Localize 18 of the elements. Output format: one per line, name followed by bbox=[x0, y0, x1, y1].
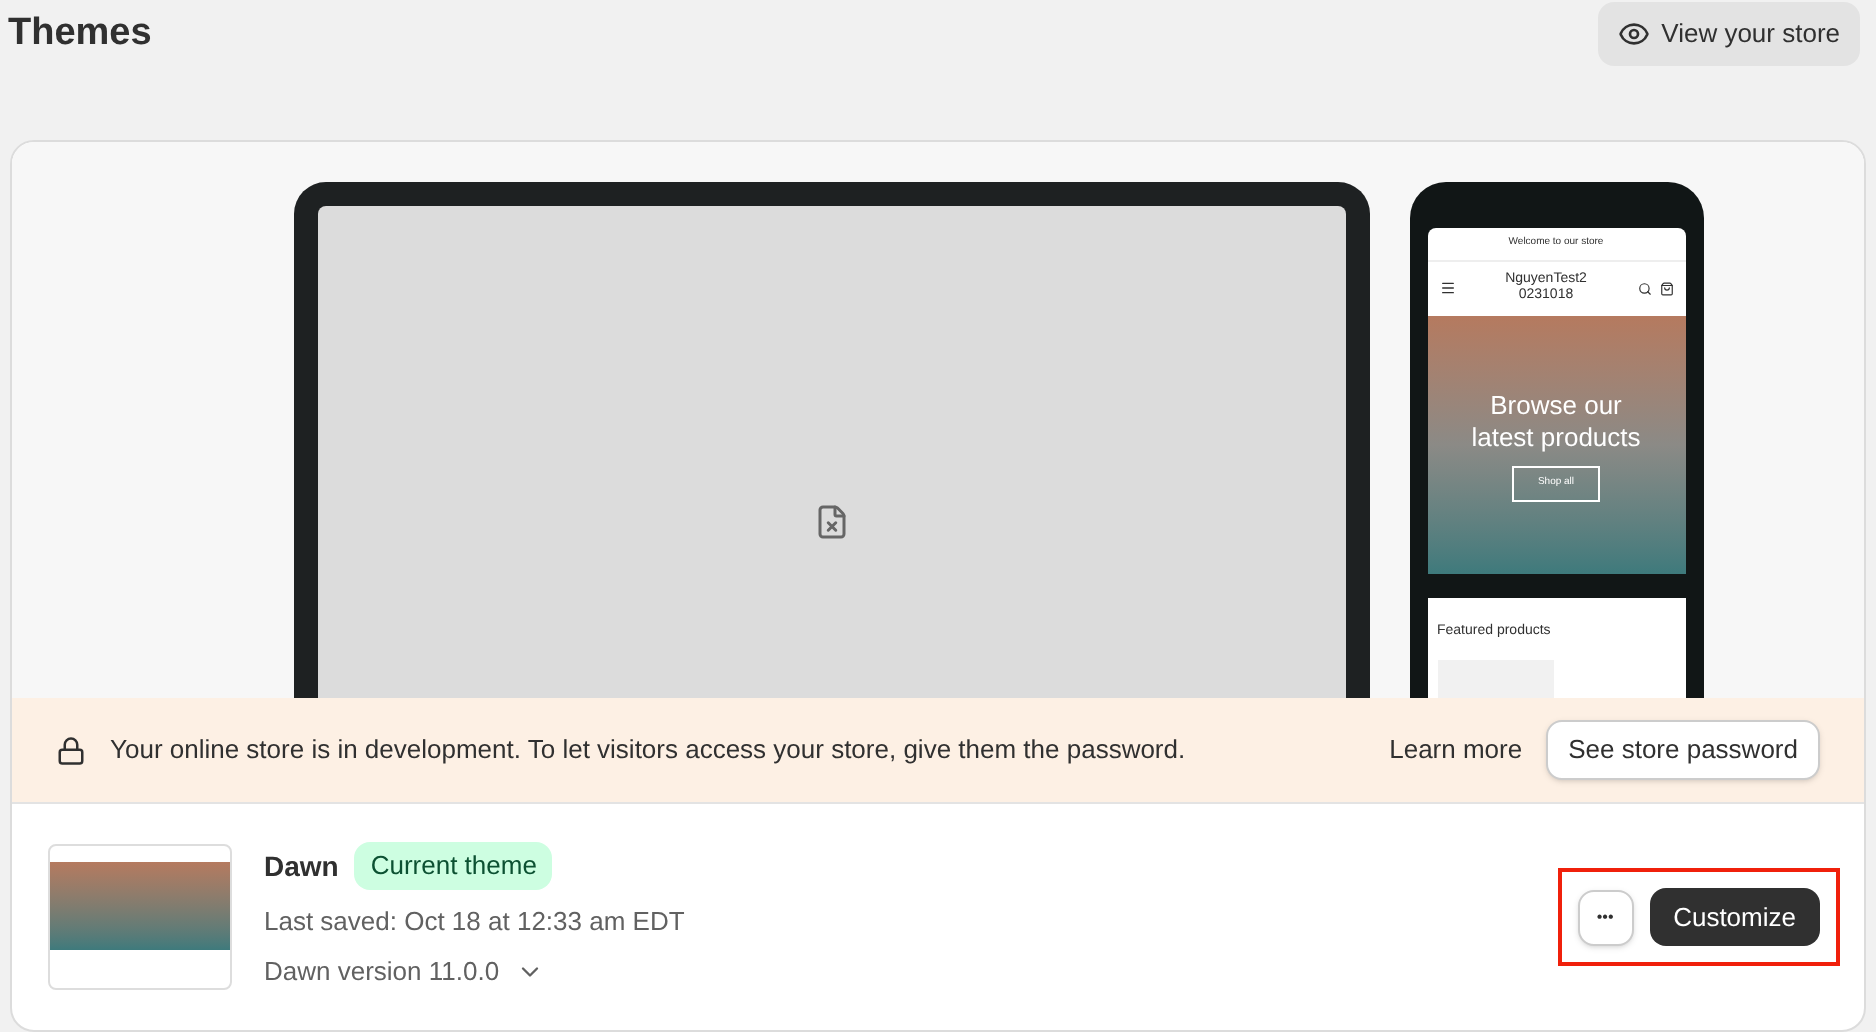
customize-button[interactable]: Customize bbox=[1649, 887, 1820, 947]
store-password-button[interactable]: See store password bbox=[1546, 720, 1820, 780]
theme-name: Dawn bbox=[264, 847, 339, 885]
last-saved-text: Last saved: Oct 18 at 12:33 am EDT bbox=[264, 903, 687, 940]
menu-icon[interactable] bbox=[1439, 280, 1455, 297]
banner-message: Your online store is in development. To let visitors access your store, give them the password. bbox=[110, 732, 1188, 769]
lock-icon bbox=[56, 735, 86, 765]
version-dropdown[interactable]: Dawn version 11.0.0 bbox=[264, 952, 544, 992]
broken-file-icon bbox=[813, 504, 849, 540]
more-actions-button[interactable]: ••• bbox=[1577, 889, 1634, 945]
bag-icon[interactable] bbox=[1659, 281, 1673, 296]
eye-icon bbox=[1617, 18, 1650, 50]
search-icon[interactable] bbox=[1637, 281, 1651, 296]
current-theme-badge: Current theme bbox=[354, 842, 553, 890]
hero-title: Browse our latest products bbox=[1469, 389, 1643, 454]
view-store-button[interactable]: View your store bbox=[1597, 2, 1860, 66]
page-title: Themes bbox=[8, 9, 152, 58]
learn-more-link[interactable]: Learn more bbox=[1389, 730, 1523, 770]
